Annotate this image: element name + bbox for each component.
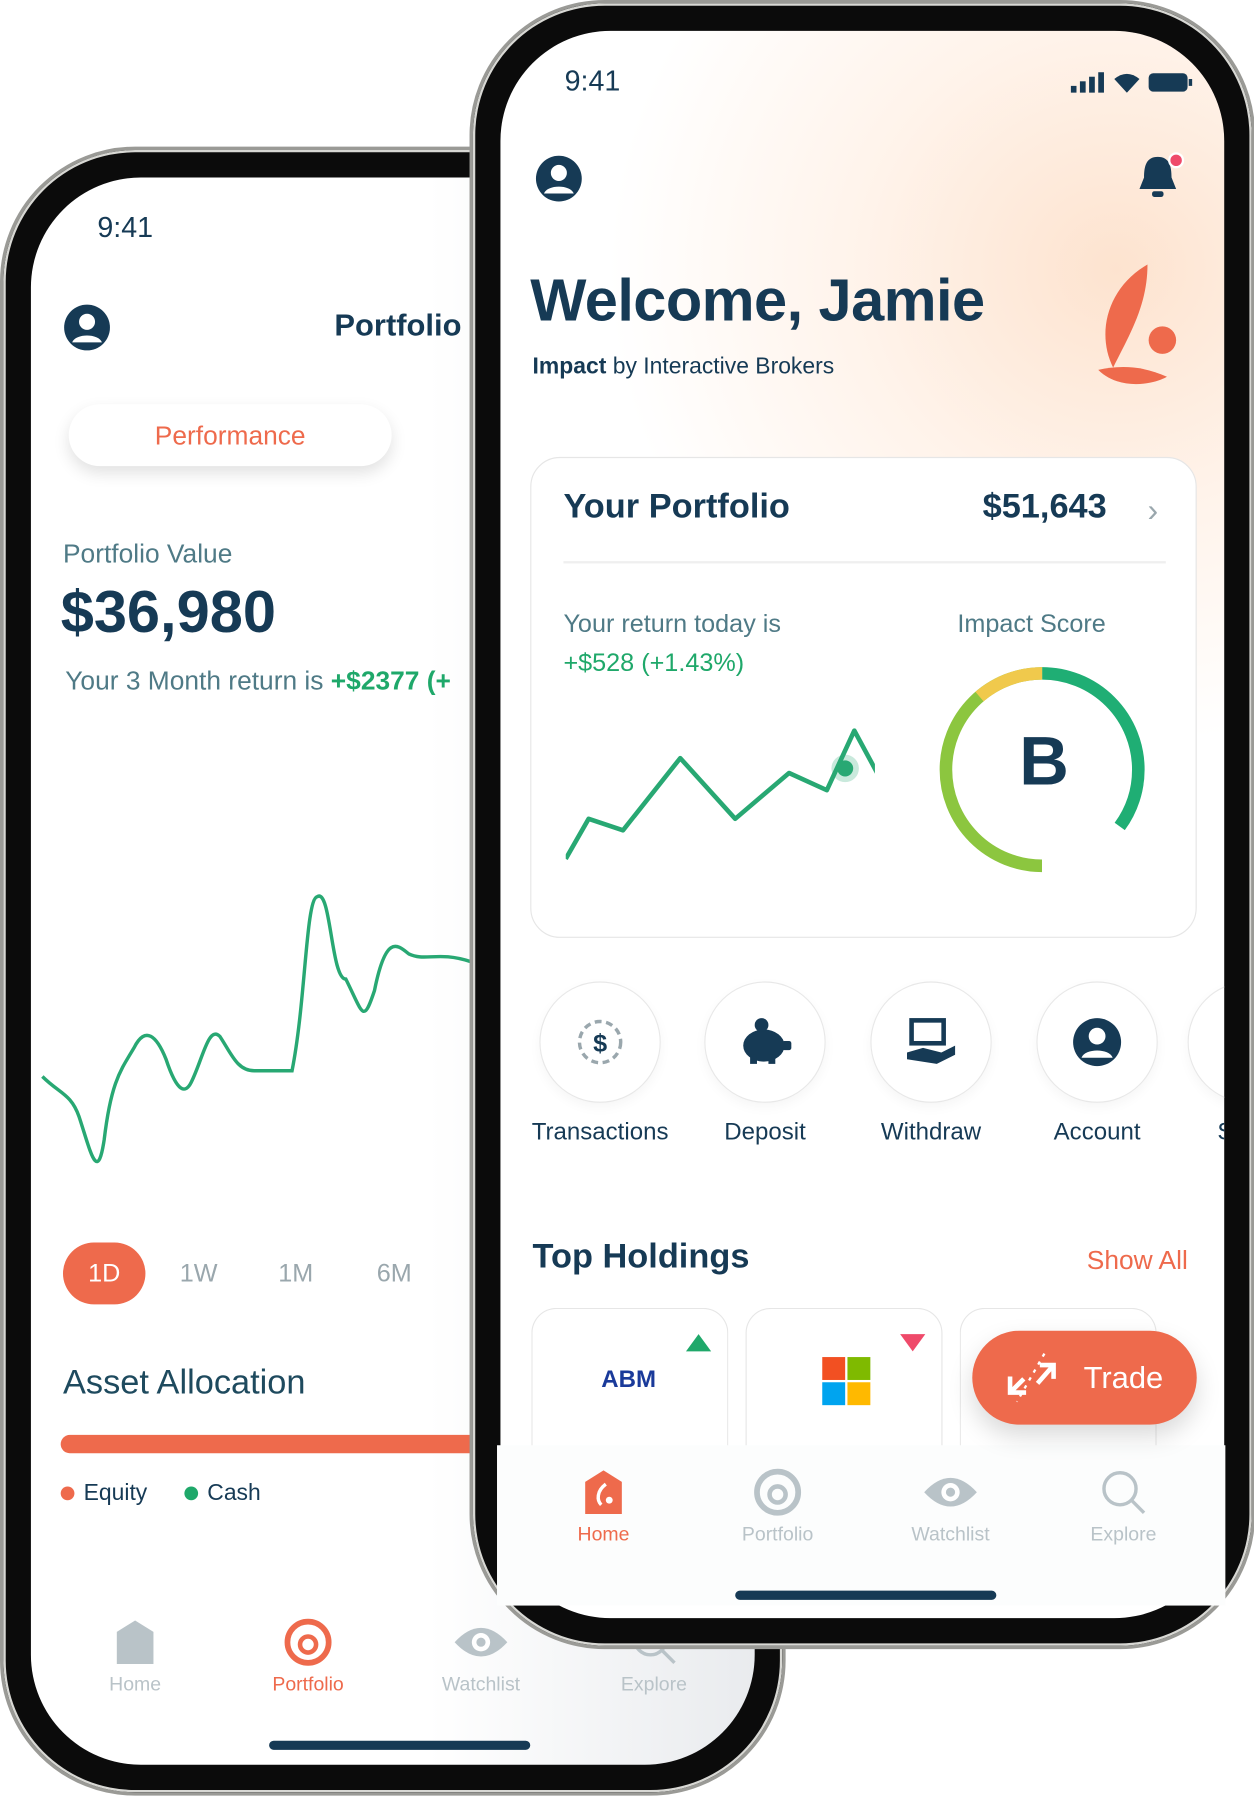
portfolio-card-value: $51,643 — [982, 487, 1107, 526]
piggy-bank-icon — [743, 1018, 792, 1064]
tab-label: Portfolio — [741, 1523, 814, 1545]
tab-label: Home — [109, 1673, 162, 1695]
profile-avatar-icon[interactable] — [63, 303, 111, 357]
brand-rest: by Interactive Brokers — [606, 353, 835, 380]
return-text: Your 3 Month return is +$2377 (+ — [65, 665, 451, 696]
account-icon — [1073, 1018, 1122, 1067]
action-transactions[interactable]: $ Transactions — [526, 981, 675, 1146]
holdings-title: Top Holdings — [532, 1237, 750, 1276]
transactions-icon: $ — [577, 1019, 623, 1065]
microsoft-logo-icon — [822, 1357, 871, 1406]
trend-down-icon — [900, 1334, 926, 1352]
show-all-link[interactable]: Show All — [1087, 1245, 1188, 1276]
trade-label: Trade — [1083, 1359, 1164, 1395]
tab-portfolio[interactable]: Portfolio — [715, 1468, 841, 1546]
action-more[interactable]: S — [1187, 981, 1225, 1146]
abm-logo: ABM — [601, 1366, 657, 1393]
trend-up-icon — [685, 1334, 712, 1352]
tab-explore[interactable]: Explore — [1060, 1468, 1186, 1546]
legend-cash: Cash — [184, 1480, 261, 1507]
range-label: 1D — [88, 1258, 121, 1288]
tab-portfolio[interactable]: Portfolio — [245, 1618, 371, 1696]
trade-button[interactable]: Trade — [972, 1330, 1197, 1425]
brand-bold: Impact — [532, 353, 607, 380]
status-time: 9:41 — [97, 211, 154, 244]
status-time: 9:41 — [564, 65, 621, 98]
welcome-heading: Welcome, Jamie — [530, 267, 985, 335]
performance-chart — [41, 894, 473, 1164]
action-label: Withdraw — [880, 1118, 982, 1146]
trade-arrows-icon — [1008, 1353, 1057, 1403]
value-label: Portfolio Value — [62, 538, 233, 569]
card-divider — [563, 561, 1166, 564]
legend-label: Equity — [83, 1480, 148, 1506]
action-deposit[interactable]: Deposit — [691, 981, 840, 1146]
svg-text:$: $ — [593, 1029, 607, 1057]
action-withdraw[interactable]: Withdraw — [857, 981, 1006, 1146]
return-label: Your return today is — [563, 609, 781, 638]
signal-icon — [1070, 72, 1104, 93]
impact-score-grade: B — [1019, 722, 1069, 800]
range-1m[interactable]: 1M — [278, 1259, 313, 1289]
tab-label: Home — [577, 1523, 630, 1545]
battery-icon — [1148, 73, 1193, 92]
tab-label: Watchlist — [911, 1523, 990, 1545]
legend-equity: Equity — [60, 1480, 148, 1507]
return-value: +$528 (+1.43%) — [563, 648, 745, 677]
return-sparkline — [565, 728, 875, 861]
portfolio-icon — [754, 1468, 802, 1516]
profile-avatar-icon[interactable] — [535, 155, 583, 209]
home-icon — [585, 1470, 622, 1514]
range-1d[interactable]: 1D — [62, 1242, 146, 1305]
eye-icon — [454, 1627, 508, 1657]
range-1w[interactable]: 1W — [180, 1259, 218, 1289]
action-account[interactable]: Account — [1023, 981, 1172, 1146]
page-title: Portfolio — [334, 308, 462, 343]
wifi-icon — [1114, 73, 1140, 93]
search-icon — [1102, 1471, 1146, 1515]
tab-label: Explore — [620, 1673, 687, 1695]
impact-score-label: Impact Score — [957, 609, 1106, 638]
status-icons — [1070, 72, 1193, 98]
segment-performance[interactable]: Performance — [68, 404, 392, 467]
action-label: Deposit — [724, 1118, 806, 1146]
eye-icon — [924, 1477, 977, 1507]
tab-home[interactable]: Home — [541, 1468, 667, 1546]
action-label: S — [1188, 1119, 1224, 1146]
tab-label: Portfolio — [272, 1673, 344, 1695]
range-6m[interactable]: 6M — [377, 1259, 412, 1289]
legend-label: Cash — [207, 1480, 261, 1506]
home-icon — [116, 1620, 154, 1664]
impact-logo-icon — [1098, 264, 1177, 385]
portfolio-icon — [284, 1618, 332, 1666]
action-label: Account — [1053, 1118, 1141, 1146]
tab-watchlist[interactable]: Watchlist — [418, 1618, 544, 1696]
tab-label: Watchlist — [441, 1673, 521, 1695]
home-indicator — [269, 1740, 531, 1750]
portfolio-value: $36,980 — [60, 579, 276, 646]
action-label: Transactions — [531, 1118, 669, 1146]
notification-bell-icon[interactable] — [1135, 150, 1185, 208]
tab-watchlist[interactable]: Watchlist — [888, 1468, 1014, 1546]
tab-home[interactable]: Home — [72, 1618, 198, 1696]
return-value: +$2377 (+ — [330, 665, 451, 696]
performance-line — [41, 894, 473, 1164]
return-prefix: Your 3 Month return is — [65, 665, 331, 696]
portfolio-card-title: Your Portfolio — [563, 487, 790, 526]
segment-label: Performance — [154, 419, 306, 450]
tab-label: Explore — [1090, 1523, 1157, 1545]
chevron-right-icon[interactable]: › — [1147, 492, 1158, 529]
home-indicator — [735, 1590, 997, 1600]
withdraw-icon — [906, 1018, 956, 1064]
brand-tagline: Impact by Interactive Brokers — [533, 354, 835, 380]
allocation-title: Asset Allocation — [62, 1363, 306, 1402]
portfolio-card[interactable]: Your Portfolio $51,643 › Your return tod… — [530, 456, 1197, 938]
